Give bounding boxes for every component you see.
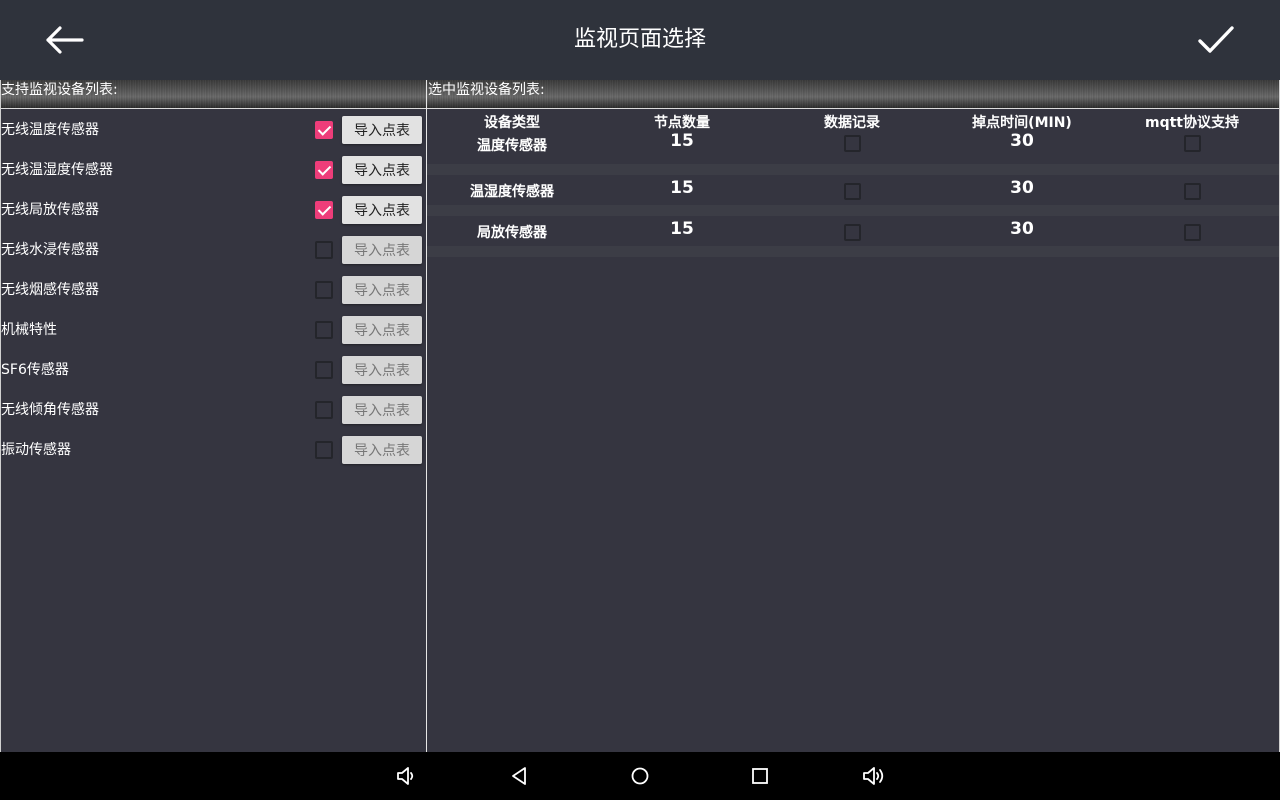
mqtt-checkbox[interactable] xyxy=(1184,135,1201,152)
nav-back-button[interactable] xyxy=(502,760,538,792)
device-label: 振动传感器 xyxy=(1,442,71,458)
column-header-drop-time: 掉点时间(MIN) xyxy=(972,115,1072,131)
home-circle-icon xyxy=(631,767,649,785)
cell-drop-time: 30 xyxy=(1010,178,1034,198)
device-checkbox[interactable] xyxy=(315,441,333,459)
import-point-table-button[interactable]: 导入点表 xyxy=(342,156,422,184)
confirm-button[interactable] xyxy=(1186,14,1246,66)
device-row: 无线水浸传感器 导入点表 xyxy=(1,230,426,270)
device-label: 机械特性 xyxy=(1,322,57,338)
arrow-left-icon xyxy=(46,26,84,54)
data-record-checkbox[interactable] xyxy=(844,183,861,200)
device-row: 无线温度传感器 导入点表 xyxy=(1,110,426,150)
device-checkbox[interactable] xyxy=(315,321,333,339)
cell-node-count: 15 xyxy=(670,178,694,198)
data-record-checkbox[interactable] xyxy=(844,224,861,241)
import-point-table-button[interactable]: 导入点表 xyxy=(342,236,422,264)
column-header-mqtt: mqtt协议支持 xyxy=(1145,115,1239,131)
device-checkbox[interactable] xyxy=(315,161,333,179)
recents-square-icon xyxy=(752,768,768,784)
cell-device-type: 局放传感器 xyxy=(477,225,547,241)
device-row: 无线温湿度传感器 导入点表 xyxy=(1,150,426,190)
device-row: 无线倾角传感器 导入点表 xyxy=(1,390,426,430)
data-record-checkbox[interactable] xyxy=(844,135,861,152)
import-point-table-button[interactable]: 导入点表 xyxy=(342,196,422,224)
device-label: 无线烟感传感器 xyxy=(1,282,99,298)
import-point-table-button[interactable]: 导入点表 xyxy=(342,396,422,424)
column-header-node-count: 节点数量 xyxy=(654,115,710,131)
mqtt-checkbox[interactable] xyxy=(1184,183,1201,200)
cell-drop-time: 30 xyxy=(1010,131,1034,151)
device-label: 无线局放传感器 xyxy=(1,202,99,218)
column-header-device-type: 设备类型 xyxy=(484,115,540,131)
device-checkbox[interactable] xyxy=(315,401,333,419)
system-navigation-bar xyxy=(0,752,1280,800)
device-label: SF6传感器 xyxy=(1,362,69,378)
device-checkbox[interactable] xyxy=(315,121,333,139)
device-checkbox[interactable] xyxy=(315,201,333,219)
table-row: 温湿度传感器 15 30 xyxy=(427,175,1279,216)
volume-up-icon xyxy=(863,767,884,785)
device-checkbox[interactable] xyxy=(315,361,333,379)
page-title: 监视页面选择 xyxy=(573,27,706,52)
mqtt-checkbox[interactable] xyxy=(1184,224,1201,241)
supported-device-list: 无线温度传感器 导入点表 无线温湿度传感器 导入点表 无线局放传感器 导入点表 … xyxy=(1,110,426,470)
cell-node-count: 15 xyxy=(670,219,694,239)
import-point-table-button[interactable]: 导入点表 xyxy=(342,316,422,344)
right-panel-header: 选中监视设备列表: xyxy=(427,80,1280,109)
volume-down-button[interactable] xyxy=(388,760,424,792)
device-checkbox[interactable] xyxy=(315,281,333,299)
nav-recents-button[interactable] xyxy=(742,760,778,792)
selected-device-table: 设备类型 节点数量 数据记录 掉点时间(MIN) mqtt协议支持 温度传感器 … xyxy=(427,110,1279,257)
column-header-data-record: 数据记录 xyxy=(824,115,880,131)
import-point-table-button[interactable]: 导入点表 xyxy=(342,276,422,304)
cell-drop-time: 30 xyxy=(1010,219,1034,239)
cell-device-type: 温湿度传感器 xyxy=(470,184,554,200)
device-row: 振动传感器 导入点表 xyxy=(1,430,426,470)
import-point-table-button[interactable]: 导入点表 xyxy=(342,116,422,144)
device-label: 无线水浸传感器 xyxy=(1,242,99,258)
device-checkbox[interactable] xyxy=(315,241,333,259)
table-header: 设备类型 节点数量 数据记录 掉点时间(MIN) mqtt协议支持 xyxy=(427,110,1279,134)
device-row: 无线局放传感器 导入点表 xyxy=(1,190,426,230)
cell-node-count: 15 xyxy=(670,131,694,151)
left-panel-header: 支持监视设备列表: xyxy=(0,80,426,109)
import-point-table-button[interactable]: 导入点表 xyxy=(342,356,422,384)
volume-up-button[interactable] xyxy=(856,760,892,792)
device-label: 无线温湿度传感器 xyxy=(1,162,113,178)
back-triangle-icon xyxy=(512,767,526,785)
right-panel-title: 选中监视设备列表: xyxy=(428,82,545,98)
table-row: 局放传感器 15 30 xyxy=(427,216,1279,257)
top-bar: 监视页面选择 xyxy=(0,0,1280,80)
device-label: 无线温度传感器 xyxy=(1,122,99,138)
device-label: 无线倾角传感器 xyxy=(1,402,99,418)
cell-device-type: 温度传感器 xyxy=(477,138,547,154)
import-point-table-button[interactable]: 导入点表 xyxy=(342,436,422,464)
volume-down-icon xyxy=(397,767,414,785)
device-row: SF6传感器 导入点表 xyxy=(1,350,426,390)
device-row: 机械特性 导入点表 xyxy=(1,310,426,350)
table-row: 温度传感器 15 30 xyxy=(427,131,1279,175)
left-panel-title: 支持监视设备列表: xyxy=(1,82,118,98)
back-button[interactable] xyxy=(34,14,94,66)
device-row: 无线烟感传感器 导入点表 xyxy=(1,270,426,310)
check-icon xyxy=(1198,26,1234,53)
nav-home-button[interactable] xyxy=(622,760,658,792)
